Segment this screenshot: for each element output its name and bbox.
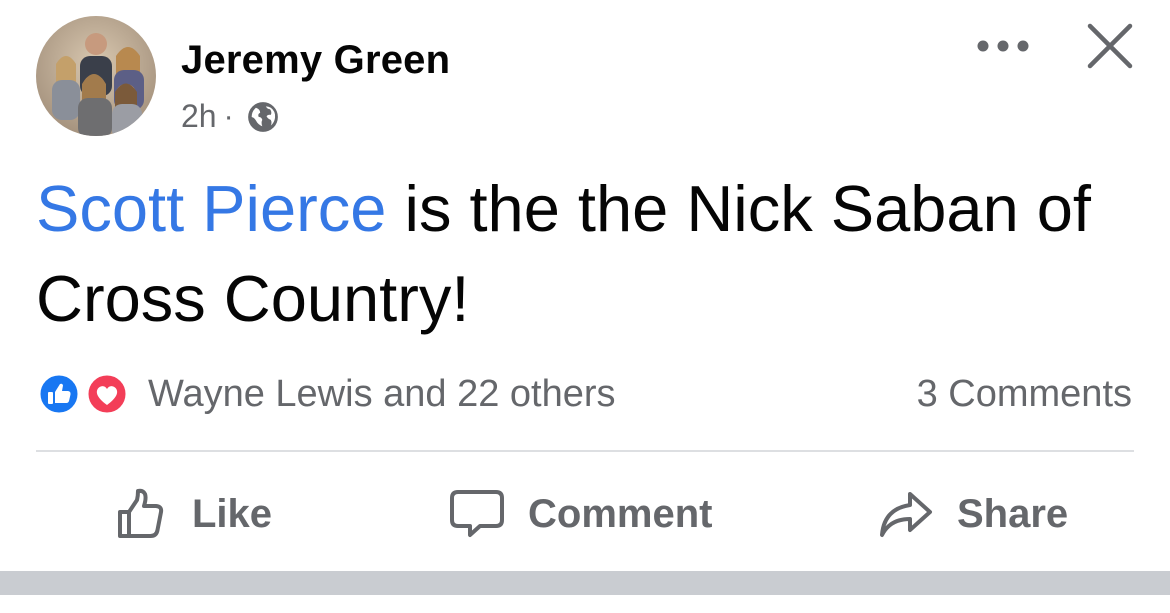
mention-link[interactable]: Scott Pierce bbox=[36, 172, 386, 245]
like-button[interactable]: Like bbox=[114, 484, 272, 544]
post-meta: 2h · bbox=[181, 98, 280, 135]
post-timestamp[interactable]: 2h bbox=[181, 98, 217, 135]
comment-label: Comment bbox=[528, 491, 713, 536]
globe-icon bbox=[247, 101, 278, 132]
share-arrow-icon bbox=[880, 492, 932, 537]
thumbs-up-icon bbox=[118, 488, 164, 538]
comments-count[interactable]: 3 Comments bbox=[917, 373, 1132, 416]
like-label: Like bbox=[192, 491, 273, 536]
comment-button[interactable]: Comment bbox=[448, 484, 712, 544]
divider bbox=[36, 450, 1134, 452]
post-card: Jeremy Green 2h · Scott Pierce is the th… bbox=[0, 0, 1170, 613]
close-icon[interactable] bbox=[1086, 22, 1134, 70]
group-photo-image bbox=[36, 16, 156, 136]
reactors-summary[interactable]: Wayne Lewis and 22 others bbox=[148, 373, 616, 416]
author-name[interactable]: Jeremy Green bbox=[181, 38, 450, 83]
feed-separator bbox=[0, 571, 1170, 595]
post-body: Scott Pierce is the the Nick Saban of Cr… bbox=[36, 164, 1146, 344]
like-reaction-icon bbox=[37, 372, 81, 416]
next-post-edge bbox=[0, 595, 1170, 613]
meta-separator: · bbox=[223, 99, 234, 133]
more-options-icon[interactable] bbox=[975, 34, 1031, 58]
love-reaction-icon bbox=[85, 372, 129, 416]
author-avatar[interactable] bbox=[36, 16, 156, 136]
share-button[interactable]: Share bbox=[877, 484, 1068, 544]
share-label: Share bbox=[957, 491, 1069, 536]
reactions-summary: Wayne Lewis and 22 others 3 Comments bbox=[36, 368, 1134, 420]
comment-bubble-icon bbox=[450, 490, 504, 537]
reaction-icons[interactable] bbox=[36, 372, 136, 416]
